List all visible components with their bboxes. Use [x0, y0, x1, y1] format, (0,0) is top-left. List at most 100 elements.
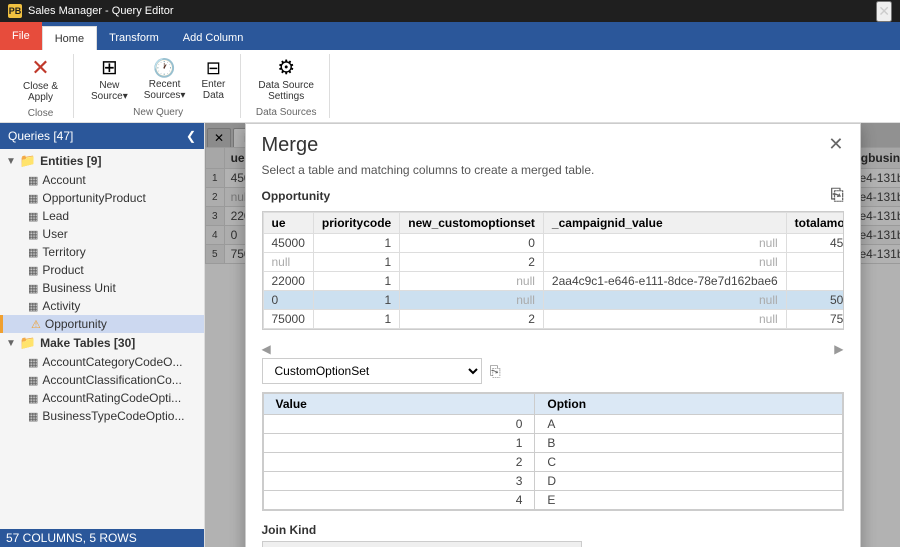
mcell-camp-2: null [543, 253, 786, 272]
sidebar-item-user[interactable]: ▦ User [0, 225, 204, 243]
close-apply-label: Close &Apply [23, 81, 58, 103]
mcell-camp-5: null [543, 310, 786, 329]
mcell-ue-2: null [263, 253, 313, 272]
tab-add-column[interactable]: Add Column [171, 26, 256, 50]
mcell-pri-1: 1 [313, 234, 399, 253]
modal-description: Select a table and matching columns to c… [262, 163, 844, 177]
mcell-pri-3: 1 [313, 272, 399, 291]
new-source-label: NewSource▾ [91, 80, 128, 102]
queries-header: Queries [47] ❮ [0, 123, 204, 149]
mcell-pri-4: 1 [313, 291, 399, 310]
modal-col-campaignid: _campaignid_value [543, 213, 786, 234]
tree-item-user-label: User [42, 227, 67, 241]
close-apply-button[interactable]: ✕ Close &Apply [16, 54, 65, 106]
mcell-cust-1: 0 [400, 234, 544, 253]
mcell-tot-4: 50000 [786, 291, 843, 310]
modal-opportunity-table: ue prioritycode new_customoptionset _cam… [263, 212, 844, 329]
tree-item-activity-label: Activity [42, 299, 80, 313]
opt-val-2: 2 [263, 453, 535, 472]
center-area: ✕ iori... ✕ ue prioritycode new_customop… [205, 123, 900, 547]
modal-close-button[interactable]: ✕ [828, 134, 843, 155]
new-source-button[interactable]: ⊞ NewSource▾ [84, 55, 135, 105]
option-table: Value Option 0 A 1 [263, 393, 843, 510]
tree-group-maketables-label: Make Tables [30] [40, 336, 135, 350]
customoptionset-dropdown[interactable]: CustomOptionSet Account Lead Territory [262, 358, 482, 384]
mcell-ue-1: 45000 [263, 234, 313, 253]
scroll-indicator: ◀ ▶ [262, 340, 844, 358]
mcell-cust-5: 2 [400, 310, 544, 329]
sidebar-item-accountcategorycode[interactable]: ▦ AccountCategoryCodeO... [0, 353, 204, 371]
status-text: 57 COLUMNS, 5 ROWS [6, 531, 137, 545]
mcell-tot-2: null [786, 253, 843, 272]
tree-item-accountcategorycode-label: AccountCategoryCodeO... [42, 355, 182, 369]
modal-body: Select a table and matching columns to c… [246, 163, 860, 547]
tab-file[interactable]: File [0, 22, 42, 50]
title-bar: PB Sales Manager - Query Editor ✕ [0, 0, 900, 22]
option-table-wrap: Value Option 0 A 1 [262, 392, 844, 511]
sidebar-item-businessunit[interactable]: ▦ Business Unit [0, 279, 204, 297]
table-icon-opportunityproduct: ▦ [28, 192, 38, 205]
sidebar-item-account[interactable]: ▦ Account [0, 171, 204, 189]
tree-group-entities[interactable]: ▼ 📁 Entities [9] [0, 151, 204, 171]
option-row-1: 1 B [263, 434, 842, 453]
mcell-ue-5: 75000 [263, 310, 313, 329]
data-source-settings-label: Data SourceSettings [258, 80, 314, 102]
mcell-ue-3: 22000 [263, 272, 313, 291]
mcell-ue-4: 0 [263, 291, 313, 310]
data-sources-label: Data Sources [256, 107, 317, 118]
folder-icon-maketables: 📁 [20, 335, 36, 351]
mcell-camp-4: null [543, 291, 786, 310]
modal-col-ue: ue [263, 213, 313, 234]
modal-table-row: 45000 1 0 null 45000 38e0dbe4-131b [263, 234, 844, 253]
tree-item-opportunity-label: Opportunity [45, 317, 107, 331]
option-row-0: 0 A [263, 415, 842, 434]
tree-item-territory-label: Territory [42, 245, 85, 259]
mcell-cust-4: null [400, 291, 544, 310]
modal-table-row: 75000 1 2 null 75000 38e0dbe4-131b [263, 310, 844, 329]
join-kind-dropdown[interactable]: Left Outer (all from first, matching fro… [262, 541, 582, 547]
ribbon-content: ✕ Close &Apply Close ⊞ NewSource▾ 🕐 Rece… [0, 50, 900, 122]
dropdown-row: CustomOptionSet Account Lead Territory ⎘ [262, 358, 844, 384]
table-icon-territory: ▦ [28, 246, 38, 259]
tree-item-accountratingcode-label: AccountRatingCodeOpti... [42, 391, 181, 405]
recent-sources-icon: 🕐 [153, 59, 175, 77]
tree-item-businesstypecode-label: BusinessTypeCodeOptio... [42, 409, 184, 423]
tab-transform[interactable]: Transform [97, 26, 171, 50]
sidebar-item-activity[interactable]: ▦ Activity [0, 297, 204, 315]
tree-item-opportunityproduct-label: OpportunityProduct [42, 191, 145, 205]
sidebar-item-accountclassification[interactable]: ▦ AccountClassificationCo... [0, 371, 204, 389]
mcell-cust-3: null [400, 272, 544, 291]
opt-val-4: 4 [263, 491, 535, 510]
recent-sources-button[interactable]: 🕐 RecentSources▾ [137, 56, 193, 104]
collapse-icon[interactable]: ❮ [186, 129, 196, 143]
data-source-settings-button[interactable]: ⚙ Data SourceSettings [251, 55, 321, 105]
section-title-text: Opportunity [262, 189, 331, 203]
opt-text-2: C [535, 453, 842, 472]
tab-home[interactable]: Home [42, 26, 97, 50]
sidebar-item-product[interactable]: ▦ Product [0, 261, 204, 279]
folder-icon-entities: 📁 [20, 153, 36, 169]
tree-item-product-label: Product [42, 263, 83, 277]
tree-item-lead-label: Lead [42, 209, 69, 223]
enter-data-button[interactable]: ⊟ EnterData [194, 56, 232, 104]
merge-modal: Merge ✕ Select a table and matching colu… [245, 123, 861, 547]
window-close-button[interactable]: ✕ [876, 1, 892, 22]
ribbon: File Home Transform Add Column ✕ Close &… [0, 22, 900, 123]
queries-count: Queries [47] [8, 129, 73, 143]
sidebar-item-opportunity[interactable]: ⚠ Opportunity [0, 315, 204, 333]
mcell-pri-2: 1 [313, 253, 399, 272]
copy-icon-dropdown[interactable]: ⎘ [490, 363, 501, 380]
warning-icon-opportunity: ⚠ [31, 318, 41, 331]
tree-item-accountclassification-label: AccountClassificationCo... [42, 373, 181, 387]
mcell-camp-1: null [543, 234, 786, 253]
opt-val-0: 0 [263, 415, 535, 434]
sidebar-item-accountratingcode[interactable]: ▦ AccountRatingCodeOpti... [0, 389, 204, 407]
modal-col-totalamount: totalamount [786, 213, 843, 234]
sidebar-item-opportunityproduct[interactable]: ▦ OpportunityProduct [0, 189, 204, 207]
copy-icon-top[interactable]: ⎘ [831, 187, 844, 205]
sidebar-item-territory[interactable]: ▦ Territory [0, 243, 204, 261]
tree-group-maketables[interactable]: ▼ 📁 Make Tables [30] [0, 333, 204, 353]
sidebar-item-lead[interactable]: ▦ Lead [0, 207, 204, 225]
modal-section-title: Opportunity ⎘ [262, 187, 844, 205]
sidebar-item-businesstypecode[interactable]: ▦ BusinessTypeCodeOptio... [0, 407, 204, 425]
